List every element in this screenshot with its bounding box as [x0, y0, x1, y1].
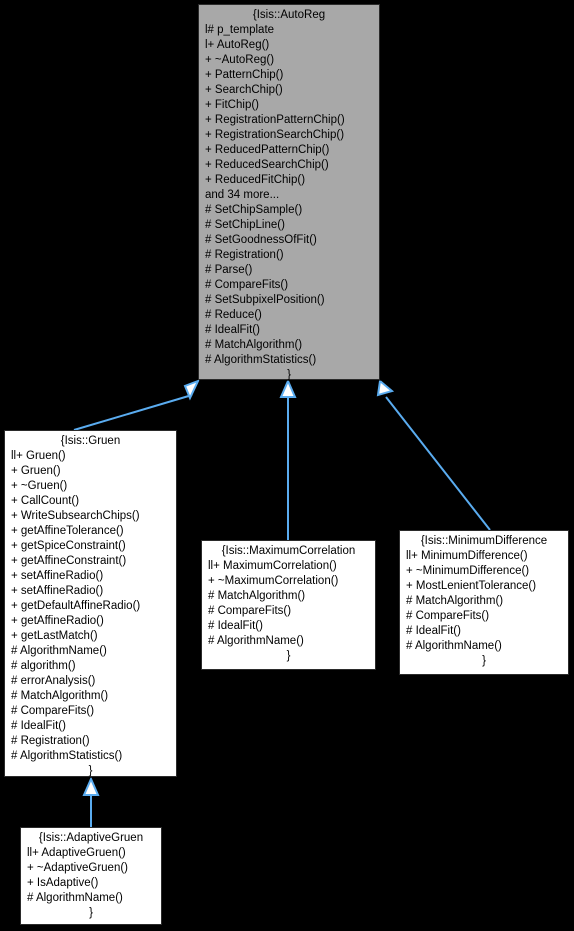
member-item: l# p_template — [205, 24, 275, 36]
member-item: + getAffineTolerance() — [11, 525, 124, 537]
class-title-autoreg: {Isis::AutoReg — [252, 9, 326, 21]
member-item: + PatternChip() — [205, 69, 284, 81]
class-close-brace: } — [482, 655, 486, 667]
member-item: ll+ Gruen() — [11, 450, 66, 462]
member-item: # AlgorithmName() — [27, 892, 123, 904]
member-item: + ReducedPatternChip() — [205, 144, 330, 156]
member-item: + FitChip() — [205, 99, 259, 111]
member-item: + Gruen() — [11, 465, 61, 477]
member-item: # AlgorithmName() — [11, 645, 107, 657]
member-item: # MatchAlgorithm() — [208, 590, 306, 602]
member-item: + ~MaximumCorrelation() — [208, 575, 339, 587]
member-item: ll+ AdaptiveGruen() — [27, 847, 126, 859]
class-close-brace: } — [286, 650, 291, 662]
edge-adaptivegruen-to-gruen — [82, 776, 100, 827]
member-item: # AlgorithmName() — [406, 640, 502, 652]
member-item: + ~AdaptiveGruen() — [27, 862, 129, 874]
member-item: + setAffineRadio() — [11, 585, 104, 597]
member-item: + getLastMatch() — [11, 630, 98, 642]
member-item: # Parse() — [205, 264, 253, 276]
member-item: # MatchAlgorithm() — [205, 339, 303, 351]
member-item: # AlgorithmStatistics() — [205, 354, 317, 366]
class-title-adaptivegruen: {Isis::AdaptiveGruen — [38, 832, 144, 844]
member-item: # IdealFit() — [205, 324, 260, 336]
member-item: # CompareFits() — [208, 605, 292, 617]
member-list-minimumdifference: ll+ MinimumDifference() + ~MinimumDiffer… — [400, 549, 568, 654]
member-list-adaptivegruen: ll+ AdaptiveGruen() + ~AdaptiveGruen() +… — [21, 846, 161, 906]
member-item: + setAffineRadio() — [11, 570, 104, 582]
member-item: + getDefaultAffineRadio() — [11, 600, 141, 612]
member-item: + ReducedSearchChip() — [205, 159, 329, 171]
member-item: + ~AutoReg() — [205, 54, 275, 66]
member-item: # MatchAlgorithm() — [11, 690, 109, 702]
member-item: # MatchAlgorithm() — [406, 595, 504, 607]
member-item: ll+ MaximumCorrelation() — [208, 560, 337, 572]
member-item: + getAffineRadio() — [11, 615, 104, 627]
member-item: + RegistrationPatternChip() — [205, 114, 345, 126]
member-item: + ReducedFitChip() — [205, 174, 306, 186]
member-item: # errorAnalysis() — [11, 675, 96, 687]
member-item: # SetChipSample() — [205, 204, 303, 216]
class-node-adaptivegruen[interactable]: {Isis::AdaptiveGruen ll+ AdaptiveGruen()… — [20, 827, 162, 925]
member-item: # algorithm() — [11, 660, 76, 672]
member-item: # AlgorithmStatistics() — [11, 750, 123, 762]
member-list-gruen: ll+ Gruen() + Gruen() + ~Gruen() + CallC… — [5, 449, 176, 764]
class-close-brace: } — [88, 765, 93, 777]
member-list-maximumcorrelation: ll+ MaximumCorrelation() + ~MaximumCorre… — [202, 559, 375, 649]
member-item: # CompareFits() — [205, 279, 289, 291]
member-item: # IdealFit() — [406, 625, 461, 637]
member-item: + ~MinimumDifference() — [406, 565, 530, 577]
class-title-minimumdifference: {Isis::MinimumDifference — [420, 535, 548, 547]
member-list-autoreg: l# p_template l+ AutoReg() + ~AutoReg() … — [199, 23, 379, 368]
member-item: # CompareFits() — [11, 705, 95, 717]
member-item: + WriteSubsearchChips() — [11, 510, 140, 522]
member-item: + IsAdaptive() — [27, 877, 99, 889]
member-item: ll+ MinimumDifference() — [406, 550, 528, 562]
class-title-maximumcorrelation: {Isis::MaximumCorrelation — [221, 545, 356, 557]
class-node-gruen[interactable]: {Isis::Gruen ll+ Gruen() + Gruen() + ~Gr… — [4, 430, 177, 777]
member-item: + SearchChip() — [205, 84, 283, 96]
member-item: + getSpiceConstraint() — [11, 540, 126, 552]
edge-maximumcorrelation-to-autoreg — [279, 378, 297, 540]
member-item: + getAffineConstraint() — [11, 555, 127, 567]
edge-minimumdifference-to-autoreg — [376, 379, 491, 531]
edge-gruen-to-autoreg — [73, 379, 200, 431]
member-item: + MostLenientTolerance() — [406, 580, 537, 592]
member-item: # SetGoodnessOfFit() — [205, 234, 317, 246]
class-node-autoreg[interactable]: {Isis::AutoReg l# p_template l+ AutoReg(… — [198, 4, 380, 381]
class-node-minimumdifference[interactable]: {Isis::MinimumDifference ll+ MinimumDiff… — [399, 530, 569, 675]
member-item: # Registration() — [11, 735, 90, 747]
member-item: # AlgorithmName() — [208, 635, 304, 647]
member-item: l+ AutoReg() — [205, 39, 270, 51]
class-node-maximumcorrelation[interactable]: {Isis::MaximumCorrelation ll+ MaximumCor… — [201, 540, 376, 670]
member-item: # CompareFits() — [406, 610, 490, 622]
member-item-more: and 34 more... — [205, 189, 280, 201]
member-item: # Registration() — [205, 249, 284, 261]
member-item: # IdealFit() — [11, 720, 66, 732]
member-item: # Reduce() — [205, 309, 262, 321]
member-item: # IdealFit() — [208, 620, 263, 632]
class-diagram-canvas: {Isis::AutoReg l# p_template l+ AutoReg(… — [0, 0, 574, 931]
class-title-gruen: {Isis::Gruen — [60, 435, 121, 447]
member-item: # SetChipLine() — [205, 219, 285, 231]
member-item: + CallCount() — [11, 495, 80, 507]
class-close-brace: } — [89, 907, 93, 919]
class-close-brace: } — [287, 369, 291, 381]
member-item: + ~Gruen() — [11, 480, 68, 492]
member-item: + RegistrationSearchChip() — [205, 129, 345, 141]
member-item: # SetSubpixelPosition() — [205, 294, 325, 306]
